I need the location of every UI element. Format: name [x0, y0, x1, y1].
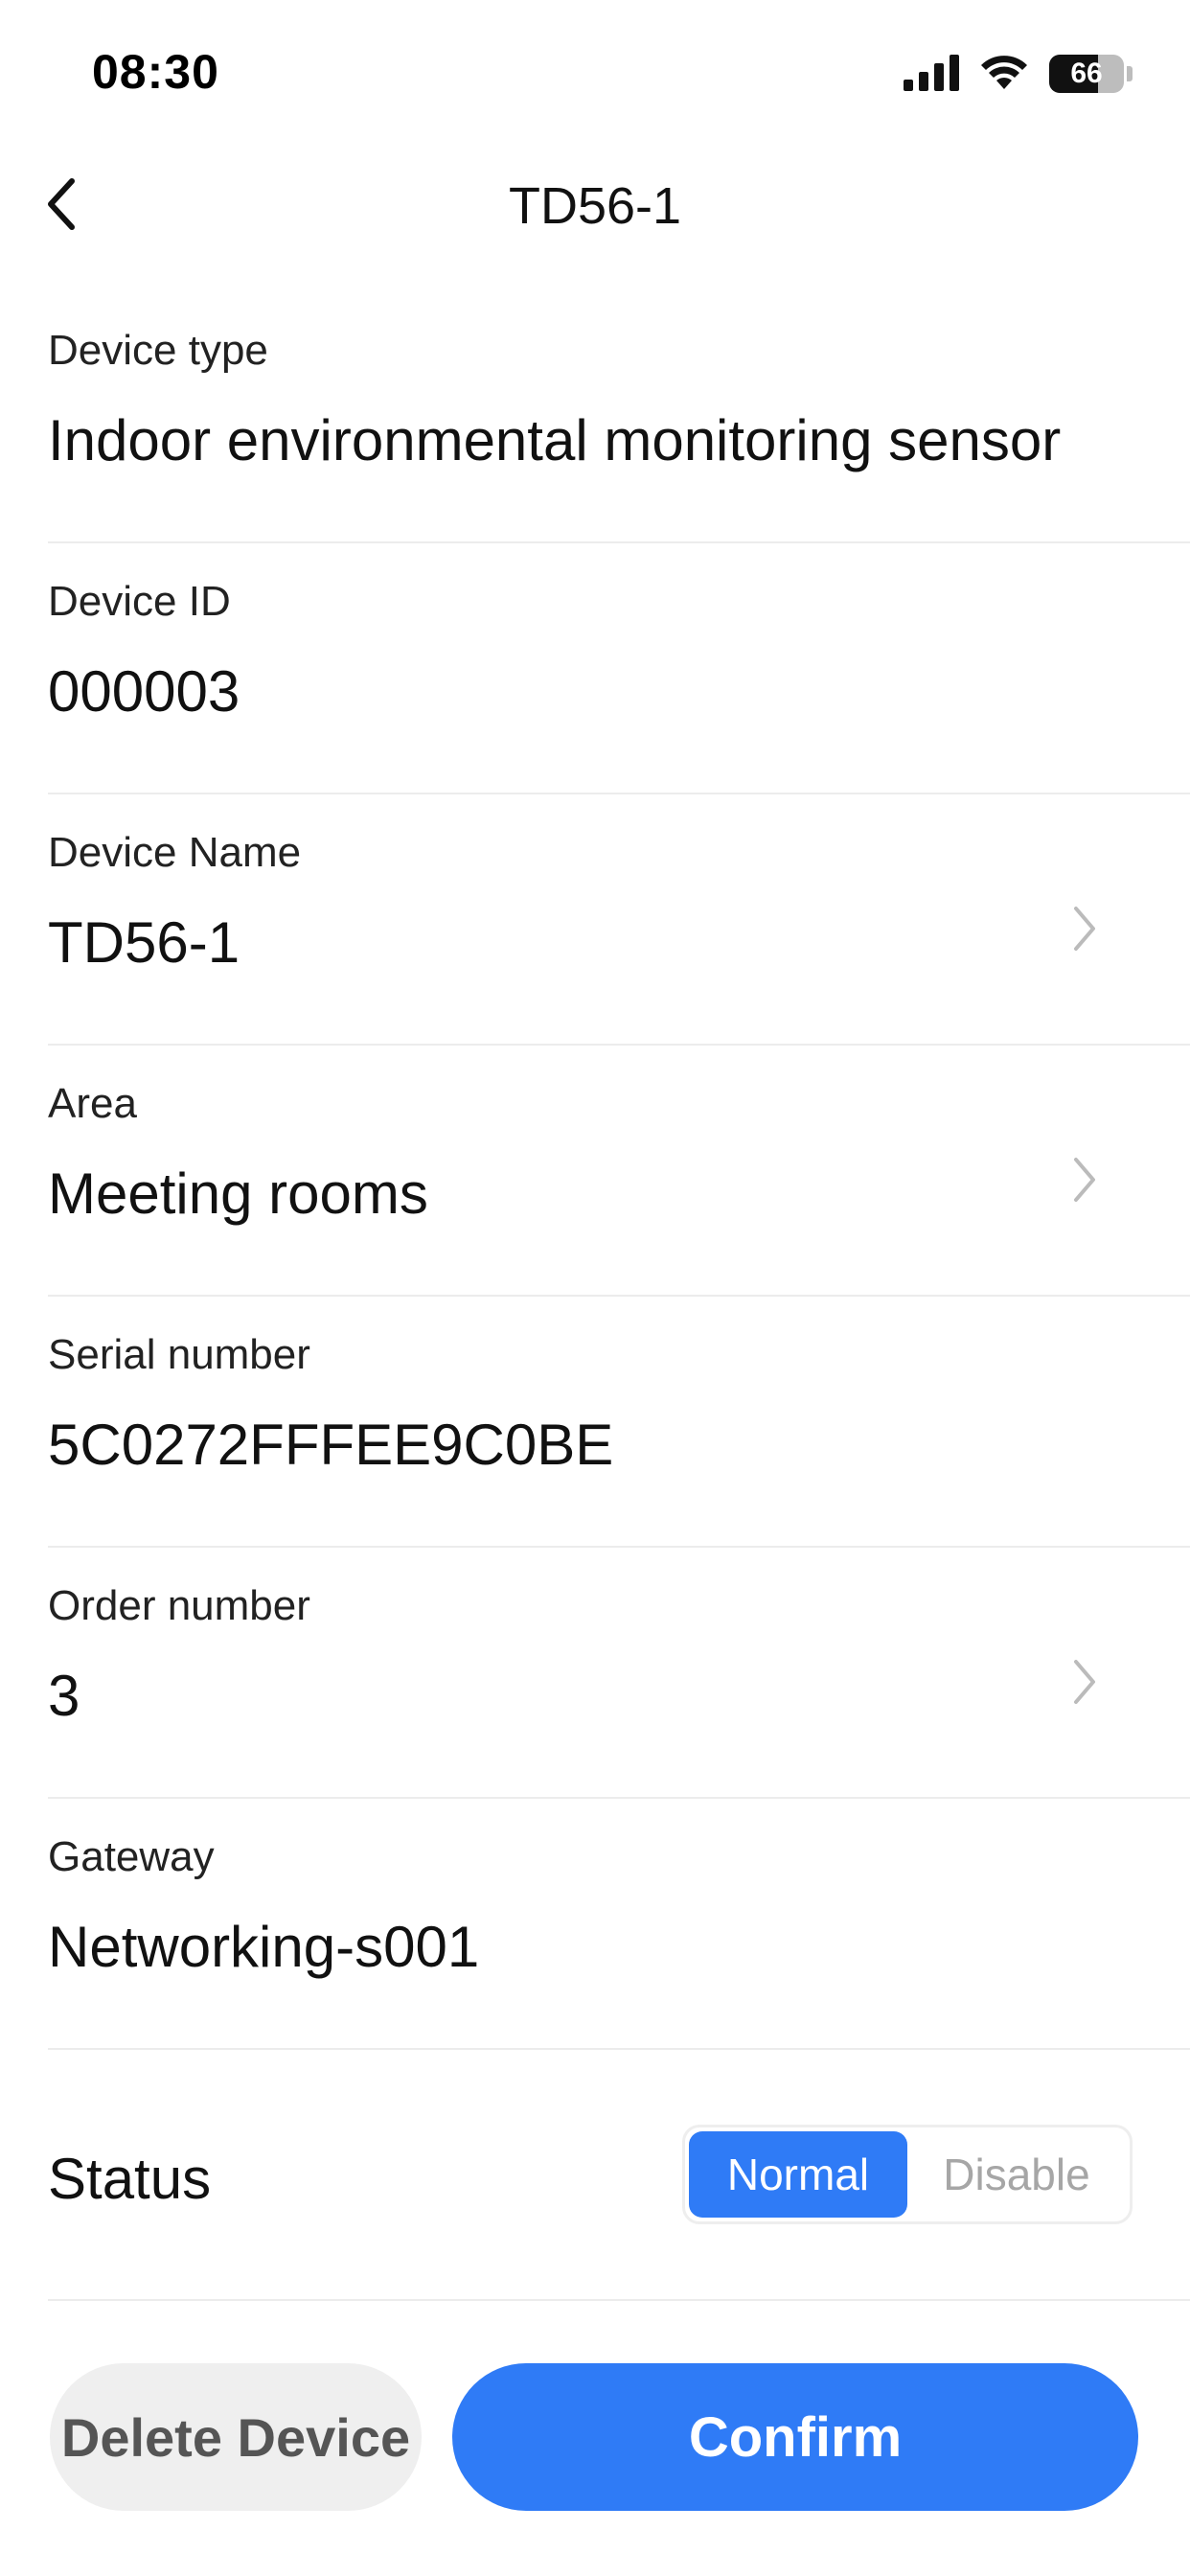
- chevron-right-icon: [1065, 1151, 1104, 1208]
- confirm-button[interactable]: Confirm: [452, 2363, 1138, 2511]
- field-label: Serial number: [48, 1331, 310, 1378]
- field-value: Networking-s001: [48, 1915, 480, 1979]
- device-detail-screen: 08:30 66 TD56-1 Device type Indoor envir…: [0, 0, 1190, 2576]
- chevron-right-icon: [1065, 1653, 1104, 1711]
- field-value: Indoor environmental monitoring sensor: [48, 408, 1062, 472]
- status-icons: 66: [904, 50, 1133, 98]
- field-label: Device Name: [48, 829, 302, 876]
- field-value: TD56-1: [48, 910, 240, 975]
- field-row-device-type: Device type Indoor environmental monitor…: [48, 292, 1190, 543]
- field-row-device-name[interactable]: Device Name TD56-1: [48, 794, 1190, 1046]
- status-segmented-control: Normal Disable: [682, 2125, 1133, 2224]
- status-bar: 08:30 66: [0, 0, 1190, 144]
- field-row-serial-number: Serial number 5C0272FFFEE9C0BE: [48, 1297, 1190, 1548]
- battery-percent: 66: [1070, 58, 1103, 89]
- bottom-actions: Delete Device Confirm: [0, 2363, 1190, 2513]
- status-time: 08:30: [92, 45, 219, 99]
- status-row: Status Normal Disable: [48, 2050, 1190, 2301]
- status-option-disable[interactable]: Disable: [907, 2131, 1126, 2218]
- field-row-order-number[interactable]: Order number 3: [48, 1548, 1190, 1799]
- chevron-right-icon: [1065, 900, 1104, 957]
- field-label: Order number: [48, 1582, 310, 1629]
- wifi-icon: [978, 53, 1030, 96]
- battery-cap: [1127, 66, 1133, 81]
- field-value: 5C0272FFFEE9C0BE: [48, 1413, 614, 1477]
- field-row-device-id: Device ID 000003: [48, 543, 1190, 794]
- page-title: TD56-1: [508, 177, 682, 235]
- nav-bar: TD56-1: [0, 153, 1190, 259]
- status-option-normal[interactable]: Normal: [689, 2131, 907, 2218]
- field-label: Device type: [48, 327, 268, 374]
- cellular-signal-icon: [904, 53, 959, 96]
- field-row-area[interactable]: Area Meeting rooms: [48, 1046, 1190, 1297]
- battery-icon: 66: [1049, 55, 1124, 93]
- field-value: Meeting rooms: [48, 1162, 428, 1226]
- field-label: Gateway: [48, 1833, 215, 1880]
- delete-device-button[interactable]: Delete Device: [50, 2363, 422, 2511]
- field-value: 3: [48, 1664, 80, 1728]
- field-value: 000003: [48, 659, 240, 724]
- field-label: Device ID: [48, 578, 231, 625]
- field-label: Area: [48, 1080, 137, 1127]
- field-row-gateway: Gateway Networking-s001: [48, 1799, 1190, 2050]
- device-field-list: Device type Indoor environmental monitor…: [0, 292, 1190, 2301]
- status-label: Status: [48, 2147, 212, 2211]
